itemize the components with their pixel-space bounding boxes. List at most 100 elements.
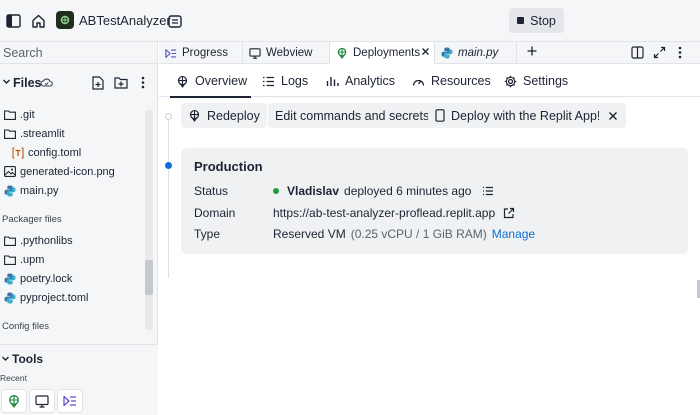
edit-commands-button[interactable]: Edit commands and secrets [268,103,437,128]
domain-value[interactable]: https://ab-test-analyzer-proflead.replit… [273,206,515,220]
expand-icon[interactable] [653,46,666,59]
top-bar: ABTestAnalyzer Stop [0,0,700,42]
production-card: Production Status Vladislav deployed 6 m… [181,148,688,254]
tab-webview[interactable]: Webview [243,42,330,64]
tree-item-pythonlibs[interactable]: .pythonlibs [4,231,154,250]
production-title: Production [194,159,263,174]
folder-open-icon [4,128,16,140]
timeline-line [168,120,169,278]
subtab-analytics[interactable]: Analytics [326,65,395,97]
stop-button[interactable]: Stop [509,8,564,33]
subtab-logs[interactable]: Logs [262,65,308,97]
status-indicator-dot [273,188,279,194]
sidebar-toggle-icon[interactable] [3,11,23,31]
subtab-overview[interactable]: Overview [169,65,252,98]
domain-label: Domain [194,206,236,220]
type-detail: (0.25 vCPU / 1 GiB RAM) [350,227,487,241]
close-tab-icon[interactable] [421,47,430,56]
app-name[interactable]: ABTestAnalyzer [79,13,171,28]
tool-webview-button[interactable] [29,389,55,413]
domain-url[interactable]: https://ab-test-analyzer-proflead.replit… [273,206,495,220]
gauge-icon [412,76,425,87]
deploy-icon [188,109,201,122]
packager-files-label: Packager files [2,214,62,225]
files-title: Files [13,76,42,90]
type-value: Reserved VM (0.25 vCPU / 1 GiB RAM) Mana… [273,227,535,241]
tree-item-generated-icon[interactable]: generated-icon.png [4,162,154,181]
redeploy-button[interactable]: Redeploy [181,103,267,128]
new-file-icon[interactable] [92,76,104,90]
monitor-icon [249,47,261,59]
add-tab-icon[interactable] [526,45,538,57]
editor-tab-bar: Progress Webview Deployments main.py [159,42,700,65]
python-icon [4,273,16,285]
tree-item-poetry-lock[interactable]: poetry.lock [4,269,154,288]
tab-progress[interactable]: Progress [159,42,243,64]
type-label: Type [194,227,221,241]
external-link-icon[interactable] [503,207,515,219]
stop-label: Stop [530,13,556,28]
gear-icon [504,75,517,88]
toml-file-icon [12,146,24,159]
status-text: deployed 6 minutes ago [344,184,472,198]
monitor-icon [35,394,49,408]
chart-icon [326,75,339,87]
status-value: Vladislav deployed 6 minutes ago [273,184,494,198]
more-options-icon[interactable] [678,46,682,59]
new-folder-icon[interactable] [114,76,128,89]
app-logo[interactable] [56,11,74,29]
python-icon [4,185,16,197]
tree-item-upm[interactable]: .upm [4,250,154,269]
stop-icon [517,17,525,24]
tools-title[interactable]: Tools [12,352,43,366]
home-icon[interactable] [28,11,48,31]
tab-deployments[interactable]: Deployments [330,42,435,65]
recent-label: Recent [0,373,27,383]
deploy-icon [176,75,189,88]
status-user: Vladislav [287,184,340,198]
tree-item-main-py[interactable]: main.py [4,181,154,200]
tree-item-streamlit[interactable]: .streamlit [4,124,154,143]
subtab-resources[interactable]: Resources [412,65,491,97]
files-header[interactable]: Files [0,72,158,94]
chevron-down-icon[interactable] [2,77,11,86]
chevron-down-icon[interactable] [1,354,10,363]
deploy-icon [336,47,348,59]
close-icon [608,111,618,121]
history-list-icon[interactable] [482,186,494,196]
image-file-icon [4,166,16,178]
config-files-label: Config files [2,321,49,332]
search-input[interactable]: Search [0,42,158,64]
timeline-current-dot [165,162,172,169]
sidebar-scrollbar[interactable] [145,110,153,330]
folder-icon [4,109,16,121]
search-placeholder: Search [3,45,43,60]
type-name: Reserved VM [273,227,346,241]
progress-icon [63,395,76,407]
tool-deployments-button[interactable] [1,389,27,413]
subtab-settings[interactable]: Settings [504,65,568,97]
timeline-pending-dot [165,113,172,120]
more-options-icon[interactable] [141,76,145,89]
scrollbar-thumb[interactable] [145,260,153,295]
tool-progress-button[interactable] [57,389,83,413]
dismiss-banner-button[interactable] [599,103,626,128]
status-label: Status [194,184,229,198]
deploy-icon [9,395,19,408]
folder-icon [4,254,16,266]
python-icon [4,292,16,304]
deployments-subnav: Overview Logs Analytics Resources Settin… [159,65,700,98]
tree-item-git[interactable]: .git [4,105,154,124]
tree-item-config-toml[interactable]: config.toml [12,143,162,162]
folder-icon [4,235,16,247]
tab-main-py[interactable]: main.py [435,42,517,64]
file-sidebar: Search Files .git .streamlit config.toml [0,42,158,415]
phone-icon [435,109,445,122]
list-icon [262,76,275,87]
app-settings-icon[interactable] [165,11,185,31]
tree-item-pyproject-toml[interactable]: pyproject.toml [4,288,154,307]
progress-icon [165,48,177,59]
deploy-replit-app-button[interactable]: Deploy with the Replit App! [428,103,608,128]
split-pane-icon[interactable] [631,46,644,59]
manage-link[interactable]: Manage [492,227,535,241]
